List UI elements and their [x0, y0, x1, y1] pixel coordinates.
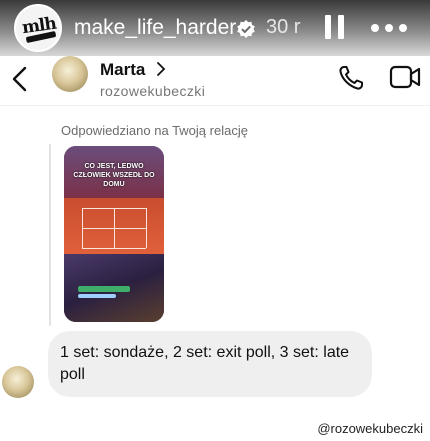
mention-tag[interactable]: @rozowekubeczki	[314, 420, 426, 437]
sender-avatar[interactable]	[2, 366, 34, 398]
dm-header: Marta rozowekubeczki	[0, 56, 430, 106]
more-options-icon[interactable]	[371, 24, 407, 32]
replied-story-thumbnail[interactable]: CO JEST, LEDWO CZŁOWIEK WSZEDŁ DO DOMU	[64, 146, 164, 322]
verified-badge-icon	[237, 20, 255, 38]
scoreboard-graphic-secondary	[78, 294, 116, 298]
phone-call-icon[interactable]	[337, 64, 365, 92]
back-arrow-icon[interactable]	[8, 64, 32, 94]
contact-handle: rozowekubeczki	[100, 83, 206, 99]
pause-icon[interactable]	[325, 15, 345, 39]
scoreboard-graphic	[78, 286, 130, 292]
chat-thread: Odpowiedziano na Twoją relację CO JEST, …	[0, 106, 430, 418]
thumbnail-caption: CO JEST, LEDWO CZŁOWIEK WSZEDŁ DO DOMU	[73, 163, 155, 188]
story-timestamp: 30 r	[266, 16, 301, 38]
story-header: mlh make_life_harder 30 r	[0, 0, 430, 56]
tennis-court-image	[64, 198, 164, 254]
contact-avatar[interactable]	[52, 56, 88, 92]
contact-name[interactable]: Marta	[100, 60, 145, 80]
reply-caption: Odpowiedziano na Twoją relację	[61, 123, 248, 138]
reply-indicator-bar	[49, 144, 51, 326]
story-avatar[interactable]: mlh	[14, 4, 62, 52]
story-username[interactable]: make_life_harder	[74, 16, 236, 40]
chevron-right-icon[interactable]	[155, 61, 167, 77]
message-bubble[interactable]: 1 set: sondaże, 2 set: exit poll, 3 set:…	[48, 331, 372, 397]
video-call-icon[interactable]	[389, 64, 421, 90]
